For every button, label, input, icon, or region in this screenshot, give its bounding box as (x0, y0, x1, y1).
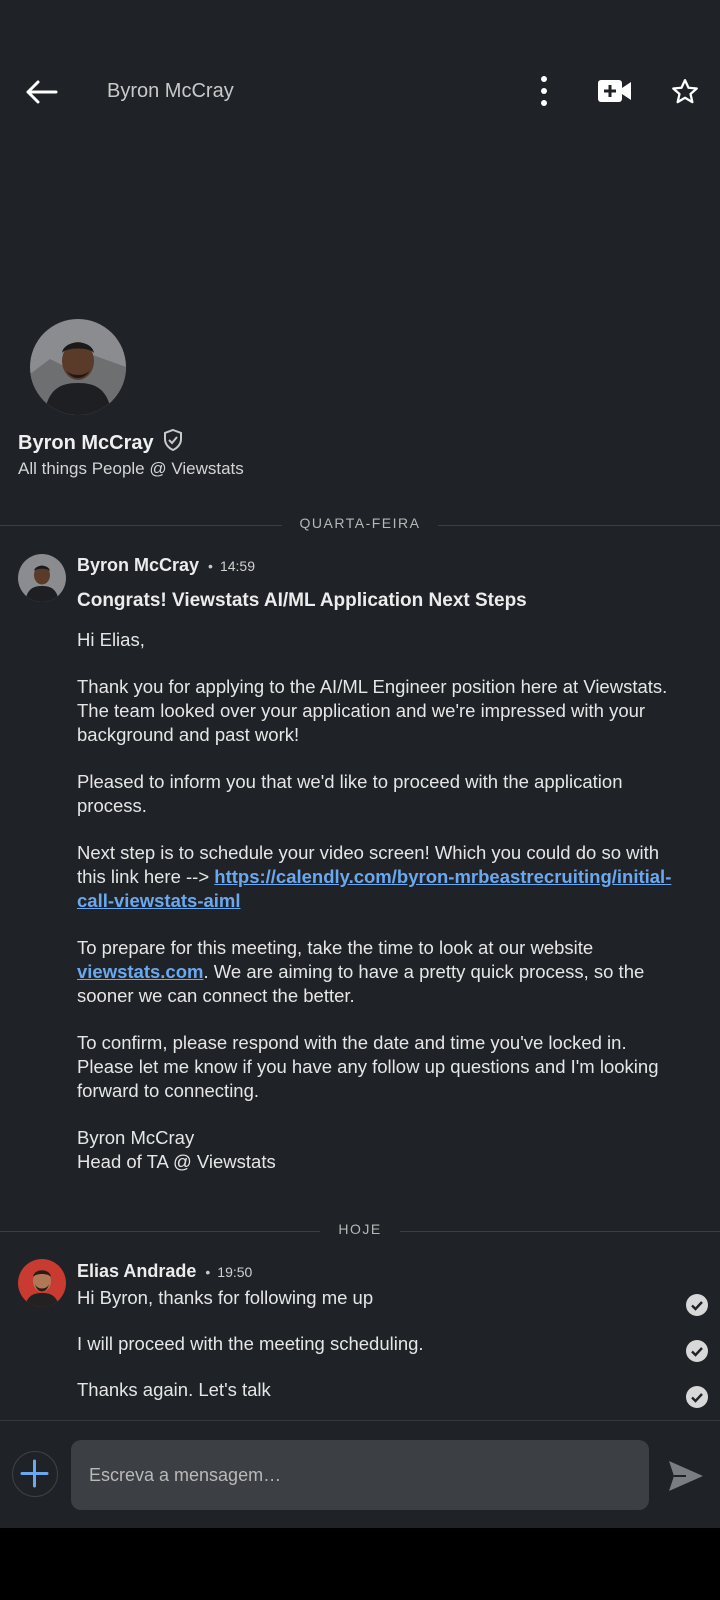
message-subject: Congrats! Viewstats AI/ML Application Ne… (77, 590, 527, 611)
separator-dot: • (205, 1264, 211, 1280)
page-title: Byron McCray (107, 80, 234, 102)
message-time: 14:59 (219, 558, 255, 574)
signature-name: Byron McCray (77, 1127, 195, 1148)
date-divider: QUARTA-FEIRA (0, 515, 720, 535)
message-time: 19:50 (217, 1264, 253, 1280)
star-icon[interactable] (670, 77, 700, 107)
send-icon[interactable] (666, 1458, 706, 1494)
message-greeting: Hi Elias, (77, 629, 145, 650)
message-paragraph: Thank you for applying to the AI/ML Engi… (77, 676, 668, 745)
more-vertical-icon[interactable] (534, 73, 554, 109)
video-add-icon[interactable] (597, 77, 633, 105)
message-input[interactable] (71, 1440, 649, 1510)
website-link[interactable]: viewstats.com (77, 961, 203, 982)
reply-line: I will proceed with the meeting scheduli… (77, 1333, 424, 1354)
separator-dot: • (208, 558, 213, 574)
message-paragraph: Pleased to inform you that we'd like to … (77, 771, 623, 816)
message-paragraph: To confirm, please respond with the date… (77, 1032, 659, 1101)
date-divider-label: QUARTA-FEIRA (299, 515, 421, 531)
message-paragraph: Next step is to schedule your video scre… (77, 842, 672, 911)
message-header: Byron McCray • 14:59 (77, 555, 255, 576)
reply-line: Thanks again. Let's talk (77, 1379, 271, 1400)
date-divider-label: HOJE (338, 1221, 382, 1237)
message-signature: Byron McCray Head of TA @ Viewstats (77, 1126, 677, 1174)
message-paragraph: To prepare for this meeting, take the ti… (77, 937, 645, 1006)
composer-divider (0, 1420, 720, 1421)
sender-avatar[interactable] (18, 554, 66, 602)
profile-name[interactable]: Byron McCray (18, 432, 154, 455)
message-body: Hi Elias, Thank you for applying to the … (77, 628, 677, 1174)
profile-avatar[interactable] (30, 319, 126, 415)
signature-title: Head of TA @ Viewstats (77, 1151, 276, 1172)
verified-shield-icon (162, 428, 184, 458)
plus-icon[interactable] (12, 1451, 58, 1497)
check-icon (686, 1294, 708, 1316)
top-bar: Byron McCray (0, 60, 720, 124)
reply-line: Hi Byron, thanks for following me up (77, 1287, 374, 1308)
profile-name-row: Byron McCray (18, 428, 184, 458)
check-icon (686, 1386, 708, 1408)
profile-headline: All things People @ Viewstats (18, 459, 244, 478)
system-navigation-bar (0, 1528, 720, 1600)
sender-name[interactable]: Elias Andrade (77, 1261, 196, 1281)
date-divider: HOJE (0, 1221, 720, 1241)
check-icon (686, 1340, 708, 1362)
message-header: Elias Andrade • 19:50 (77, 1261, 252, 1282)
back-arrow-icon[interactable] (22, 74, 62, 110)
sender-avatar[interactable] (18, 1259, 66, 1307)
sender-name[interactable]: Byron McCray (77, 555, 199, 575)
